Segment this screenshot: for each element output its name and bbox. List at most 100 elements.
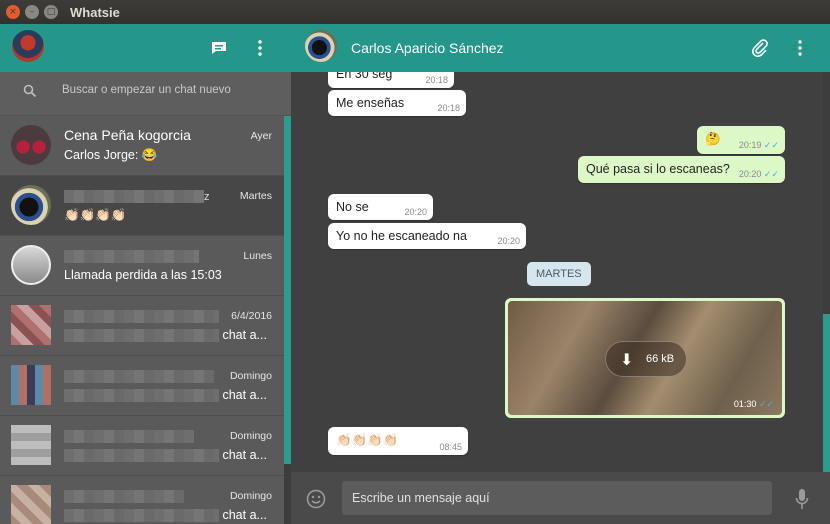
message-text: Yo no he escaneado na	[336, 229, 467, 243]
message-incoming[interactable]: 👏🏻👏🏻👏🏻👏🏻 08:45	[328, 427, 468, 455]
message-text: No se	[336, 200, 369, 214]
chat-list-item[interactable]: chat a... Domingo	[0, 356, 284, 416]
chat-name	[64, 247, 199, 263]
message-incoming[interactable]: En 30 seg 20:18	[328, 72, 454, 88]
download-button[interactable]: ⬇ 66 kB	[605, 341, 687, 377]
message-outgoing[interactable]: Qué pasa si lo escaneas? 20:20 ✓✓	[578, 156, 785, 183]
message-time: 01:30 ✓✓	[734, 399, 774, 410]
sidebar-scrollbar-thumb[interactable]	[284, 464, 291, 524]
chat-list-item[interactable]: Cena Peña kogorcia Carlos Jorge: 😂 Ayer	[0, 116, 284, 176]
window-titlebar: × – □ Whatsie	[0, 0, 830, 24]
media-message[interactable]: ⬇ 66 kB 01:30 ✓✓	[505, 298, 785, 418]
message-list: En 30 seg 20:18 Me enseñas 20:18 🤔 20:19…	[291, 72, 830, 472]
redacted-preview	[64, 509, 219, 523]
message-outgoing[interactable]: 🤔 20:19 ✓✓	[697, 126, 785, 154]
chat-preview: Llamada perdida a las 15:03	[64, 268, 222, 282]
chat-avatar	[11, 185, 51, 225]
menu-icon[interactable]	[258, 40, 262, 56]
mic-icon[interactable]	[795, 488, 809, 510]
message-input[interactable]	[342, 481, 772, 515]
chat-list-item[interactable]: Llamada perdida a las 15:03 Lunes	[0, 236, 284, 296]
chat-preview-suffix: chat a...	[222, 388, 267, 402]
media-thumbnail: ⬇ 66 kB 01:30 ✓✓	[508, 301, 782, 415]
chat-list-item[interactable]: chat a... Domingo	[0, 416, 284, 476]
chat-time: Domingo	[229, 370, 272, 382]
attach-icon[interactable]	[752, 39, 768, 57]
chat-icon[interactable]	[211, 41, 227, 55]
redacted-preview	[64, 329, 219, 343]
minimize-window-button[interactable]: –	[25, 5, 39, 19]
message-text: Me enseñas	[336, 96, 405, 110]
chat-name: Cena Peña kogorcia	[64, 127, 191, 143]
chat-name	[64, 487, 184, 503]
chat-preview: chat a...	[64, 448, 267, 463]
contact-name[interactable]: Carlos Aparicio Sánchez	[351, 40, 504, 56]
chat-avatar	[11, 305, 51, 345]
message-incoming[interactable]: Me enseñas 20:18	[328, 90, 466, 116]
chat-name	[64, 427, 194, 443]
read-receipt-icon: ✓✓	[758, 399, 774, 409]
read-receipt-icon: ✓✓	[763, 169, 779, 179]
chat-avatar	[11, 485, 51, 524]
chat-list: Cena Peña kogorcia Carlos Jorge: 😂 Ayer …	[0, 116, 284, 524]
chat-list-item[interactable]: chat a... 6/4/2016	[0, 296, 284, 356]
chat-avatar	[11, 365, 51, 405]
chat-preview: chat a...	[64, 328, 267, 343]
message-time: 20:18	[437, 103, 460, 113]
message-time: 20:20	[404, 207, 427, 217]
chat-name-suffix: z	[204, 191, 210, 203]
chat-preview-suffix: chat a...	[222, 508, 267, 522]
chat-preview-suffix: chat a...	[222, 448, 267, 462]
chat-list-item[interactable]: z 👏🏻👏🏻👏🏻👏🏻 Martes	[0, 176, 284, 236]
message-time: 20:18	[425, 75, 448, 85]
message-incoming[interactable]: No se 20:20	[328, 194, 433, 220]
redacted-name	[64, 249, 199, 263]
chat-time: Domingo	[229, 490, 272, 502]
maximize-window-button[interactable]: □	[44, 5, 58, 19]
menu-icon[interactable]	[798, 40, 802, 56]
message-incoming[interactable]: Yo no he escaneado na 20:20	[328, 223, 526, 249]
message-time-value: 20:19	[738, 140, 762, 150]
chat-avatar	[11, 125, 51, 165]
sidebar-scrollbar-track[interactable]	[284, 116, 291, 524]
message-time: 20:20 ✓✓	[739, 169, 779, 180]
chat-list-item[interactable]: chat a... Domingo	[0, 476, 284, 524]
emoji-icon[interactable]	[306, 489, 326, 509]
chat-preview: chat a...	[64, 388, 267, 403]
day-separator: MARTES	[527, 262, 591, 286]
redacted-name	[64, 189, 204, 203]
chat-time: Domingo	[229, 430, 272, 442]
media-size: 66 kB	[646, 353, 675, 365]
conversation-scrollbar-thumb[interactable]	[823, 314, 830, 472]
search-bar	[0, 72, 291, 116]
redacted-preview	[64, 449, 219, 463]
chat-time: Martes	[239, 190, 272, 202]
my-avatar[interactable]	[12, 30, 44, 62]
message-time-value: 20:20	[738, 169, 762, 179]
chat-preview: Carlos Jorge: 😂	[64, 148, 158, 162]
message-time: 08:45	[439, 442, 462, 452]
window-title: Whatsie	[70, 4, 120, 20]
chat-preview-suffix: chat a...	[222, 328, 267, 342]
redacted-name	[64, 309, 219, 323]
chat-time: 6/4/2016	[231, 310, 272, 322]
chat-name	[64, 367, 214, 383]
message-text: Qué pasa si lo escaneas?	[586, 162, 730, 176]
message-composer	[291, 472, 830, 524]
chat-name: z	[64, 187, 210, 203]
redacted-name	[64, 489, 184, 503]
chat-name	[64, 307, 219, 323]
chat-avatar	[11, 245, 51, 285]
redacted-name	[64, 369, 214, 383]
search-input[interactable]	[62, 84, 272, 96]
redacted-preview	[64, 389, 219, 403]
chat-time: Lunes	[243, 250, 272, 262]
chat-avatar	[11, 425, 51, 465]
contact-avatar[interactable]	[305, 30, 337, 62]
chat-time: Ayer	[250, 130, 272, 142]
message-time: 20:19 ✓✓	[739, 140, 779, 151]
chat-preview: chat a...	[64, 508, 267, 523]
search-icon	[23, 84, 37, 98]
read-receipt-icon: ✓✓	[763, 140, 779, 150]
close-window-button[interactable]: ×	[6, 5, 20, 19]
